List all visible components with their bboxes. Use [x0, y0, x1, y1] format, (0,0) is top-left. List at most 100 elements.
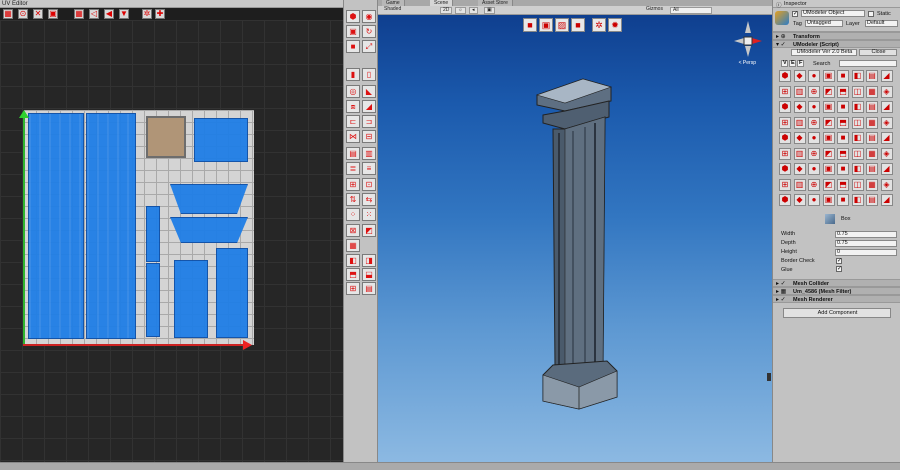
shading-mode-select[interactable]: Shaded	[382, 7, 436, 14]
umodeler-tool-icon[interactable]: ▣	[822, 70, 835, 82]
static-checkbox[interactable]	[868, 11, 874, 17]
align-icon[interactable]: ▤	[346, 147, 360, 160]
select-icon[interactable]: ⬢	[346, 10, 360, 23]
uv-editor-tab[interactable]: UV Editor	[0, 0, 343, 8]
umodeler-tool-icon[interactable]: ◫	[851, 147, 864, 160]
gizmos-dropdown[interactable]: Gizmos	[644, 7, 665, 14]
umodeler-tool-icon[interactable]: ◢	[880, 194, 893, 206]
view-tab-face[interactable]: F	[797, 60, 804, 67]
umodeler-tool-icon[interactable]: ▥	[793, 85, 806, 98]
umodeler-tool-icon[interactable]: ⊞	[779, 147, 791, 160]
subdivide-icon[interactable]: ⊠	[346, 224, 360, 237]
umodeler-tool-icon[interactable]: ▦	[866, 178, 878, 191]
merge-icon[interactable]: ⊞	[346, 178, 360, 191]
array-icon[interactable]: ⁙	[362, 208, 376, 221]
lighting-icon[interactable]: ☼	[455, 7, 466, 14]
weld-icon[interactable]: ⋈	[346, 130, 360, 143]
uv-island-stone[interactable]	[146, 116, 186, 158]
umodeler-tool-icon[interactable]: ●	[808, 70, 820, 82]
inspector-search-input[interactable]	[839, 60, 897, 67]
scale-icon[interactable]: ⤢	[362, 40, 376, 53]
umodeler-header[interactable]: ▾ ✓ UModeler (Script)	[773, 40, 900, 48]
umodeler-tool-icon[interactable]: ◫	[851, 116, 864, 129]
cube-solid-icon[interactable]: ■	[346, 40, 360, 53]
mesh-collider-header[interactable]: ▸ ✓ Mesh Collider	[773, 279, 900, 287]
bevel-icon[interactable]: ◣	[362, 85, 376, 98]
uv-island[interactable]	[28, 113, 84, 339]
umodeler-tool-icon[interactable]: ⊞	[779, 85, 791, 98]
move-left-solid-icon[interactable]: ◀	[104, 9, 114, 19]
umodeler-tool-icon[interactable]: ◈	[880, 147, 893, 160]
umodeler-tool-icon[interactable]: ⬒	[837, 178, 849, 191]
select-point-icon[interactable]: ⊙	[18, 9, 28, 19]
split-icon[interactable]: ⊟	[362, 130, 376, 143]
settings-icon[interactable]: ✲	[142, 9, 152, 19]
cube-wire-icon[interactable]: ▣	[539, 18, 553, 32]
cube-icon[interactable]: ■	[523, 18, 537, 32]
umodeler-tool-icon[interactable]: ◩	[822, 85, 835, 98]
umodeler-tool-icon[interactable]: ⊕	[808, 85, 820, 98]
height-field[interactable]: 0	[835, 249, 897, 256]
umodeler-tool-icon[interactable]: ●	[808, 132, 820, 144]
move-left-icon[interactable]: ◁	[89, 9, 99, 19]
umodeler-tool-icon[interactable]: ⊞	[779, 116, 791, 129]
umodeler-tool-icon[interactable]: ▥	[793, 147, 806, 160]
umodeler-tool-icon[interactable]: ◢	[880, 70, 893, 82]
border-check-checkbox[interactable]: ✓	[836, 258, 842, 264]
gizmo-x-red-icon[interactable]	[752, 38, 762, 44]
umodeler-tool-icon[interactable]: ⊕	[808, 178, 820, 191]
umodeler-tool-icon[interactable]: ■	[837, 132, 849, 144]
uv-island[interactable]	[146, 263, 160, 337]
scene-viewport[interactable]: ■ ▣ ▨ ■ ✲ ✹ < Persp	[378, 15, 772, 462]
crosshair-icon[interactable]: ✚	[155, 9, 165, 19]
move-down-icon[interactable]: ▼	[119, 9, 129, 19]
umodeler-tool-icon[interactable]: ⬒	[837, 147, 849, 160]
inset-icon[interactable]: ▯	[362, 68, 376, 81]
push-pull-icon[interactable]: ⊐	[362, 115, 376, 128]
umodeler-tool-icon[interactable]: ⬒	[837, 85, 849, 98]
umodeler-tool-icon[interactable]: ⬢	[779, 132, 791, 144]
uv-island[interactable]	[170, 217, 248, 243]
umodeler-tool-icon[interactable]: ◆	[793, 132, 806, 144]
active-checkbox[interactable]: ✓	[792, 11, 798, 17]
circle-select-icon[interactable]: ◎	[346, 85, 360, 98]
layer-dropdown[interactable]: Default	[865, 20, 898, 27]
umodeler-tool-icon[interactable]: ◧	[851, 70, 864, 82]
umodeler-tool-icon[interactable]: ◩	[822, 178, 835, 191]
mode-2d-toggle[interactable]: 2D	[440, 7, 453, 14]
export-icon[interactable]: ⬓	[362, 268, 376, 281]
tag-dropdown[interactable]: Untagged	[805, 20, 843, 27]
uv-island[interactable]	[194, 118, 248, 162]
umodeler-tool-icon[interactable]: ●	[808, 163, 820, 175]
umodeler-tool-icon[interactable]: ⬢	[779, 163, 791, 175]
gizmo-y-icon[interactable]	[745, 21, 751, 33]
triangulate-icon[interactable]: ◩	[362, 224, 376, 237]
gizmo-center-icon[interactable]	[743, 36, 753, 46]
umodeler-tool-icon[interactable]: ▥	[793, 178, 806, 191]
width-field[interactable]: 0.75	[835, 231, 897, 238]
umodeler-tool-icon[interactable]: ▦	[866, 147, 878, 160]
umodeler-tool-icon[interactable]: ◆	[793, 101, 806, 113]
paint-icon[interactable]: ▦	[346, 239, 360, 252]
flip-icon[interactable]: ⇅	[346, 193, 360, 206]
bake-icon[interactable]: ⬒	[346, 268, 360, 281]
camera-projection-label[interactable]: < Persp	[739, 60, 756, 66]
grid-snap-icon[interactable]: ▦	[74, 9, 84, 19]
uv-island[interactable]	[174, 260, 208, 338]
object-name-field[interactable]: UModeler Object	[801, 10, 865, 17]
umodeler-tool-icon[interactable]: ◧	[851, 194, 864, 206]
loop-icon[interactable]: ⧈	[346, 100, 360, 113]
umodeler-tool-icon[interactable]: ■	[837, 163, 849, 175]
grid-icon[interactable]: ▦	[3, 9, 13, 19]
umodeler-tool-icon[interactable]: ◩	[822, 116, 835, 129]
pillar-model[interactable]	[533, 75, 633, 425]
umodeler-tool-icon[interactable]: ◩	[822, 147, 835, 160]
umodeler-tool-icon[interactable]: ⬢	[779, 70, 791, 82]
extrude-icon[interactable]: ▮	[346, 68, 360, 81]
umodeler-tool-icon[interactable]: ◫	[851, 85, 864, 98]
view-tab-vertex[interactable]: V	[781, 60, 788, 67]
distribute-icon[interactable]: ▥	[362, 147, 376, 160]
umodeler-tool-icon[interactable]: ▤	[866, 132, 878, 144]
layers-icon[interactable]: ≡	[362, 162, 376, 175]
document-icon[interactable]: ▤	[362, 282, 376, 295]
